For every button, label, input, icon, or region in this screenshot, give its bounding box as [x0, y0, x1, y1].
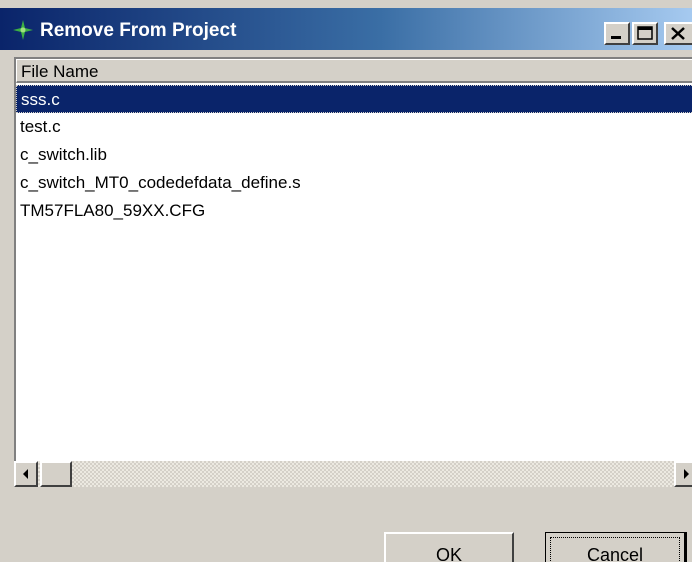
- column-header-label: File Name: [21, 62, 99, 81]
- ok-button[interactable]: OK: [384, 532, 514, 562]
- cancel-button[interactable]: Cancel: [545, 532, 687, 562]
- list-item[interactable]: test.c: [16, 113, 692, 141]
- maximize-icon: [637, 26, 653, 40]
- arrow-right-icon: [684, 469, 689, 479]
- app-icon: [13, 20, 33, 40]
- column-header-file-name[interactable]: File Name: [16, 59, 692, 83]
- close-button[interactable]: [664, 22, 692, 45]
- maximize-button[interactable]: [632, 22, 658, 45]
- list-item[interactable]: c_switch.lib: [16, 141, 692, 169]
- arrow-left-icon: [23, 469, 28, 479]
- scroll-right-button[interactable]: [674, 461, 692, 487]
- list-item[interactable]: c_switch_MT0_codedefdata_define.s: [16, 169, 692, 197]
- minimize-icon: [611, 36, 621, 39]
- scroll-thumb[interactable]: [40, 461, 72, 487]
- scroll-left-button[interactable]: [14, 461, 38, 487]
- minimize-button[interactable]: [604, 22, 630, 45]
- file-rows: sss.c test.c c_switch.lib c_switch_MT0_c…: [16, 85, 692, 225]
- remove-from-project-dialog: Remove From Project File Name sss.c test…: [0, 0, 692, 562]
- window-title: Remove From Project: [40, 20, 237, 41]
- cancel-button-label: Cancel: [550, 537, 680, 562]
- title-bar[interactable]: Remove From Project: [0, 8, 692, 50]
- horizontal-scrollbar[interactable]: [14, 461, 692, 487]
- file-list[interactable]: File Name sss.c test.c c_switch.lib c_sw…: [14, 57, 692, 463]
- list-item[interactable]: TM57FLA80_59XX.CFG: [16, 197, 692, 225]
- list-item[interactable]: sss.c: [16, 85, 692, 113]
- close-icon: [671, 27, 685, 40]
